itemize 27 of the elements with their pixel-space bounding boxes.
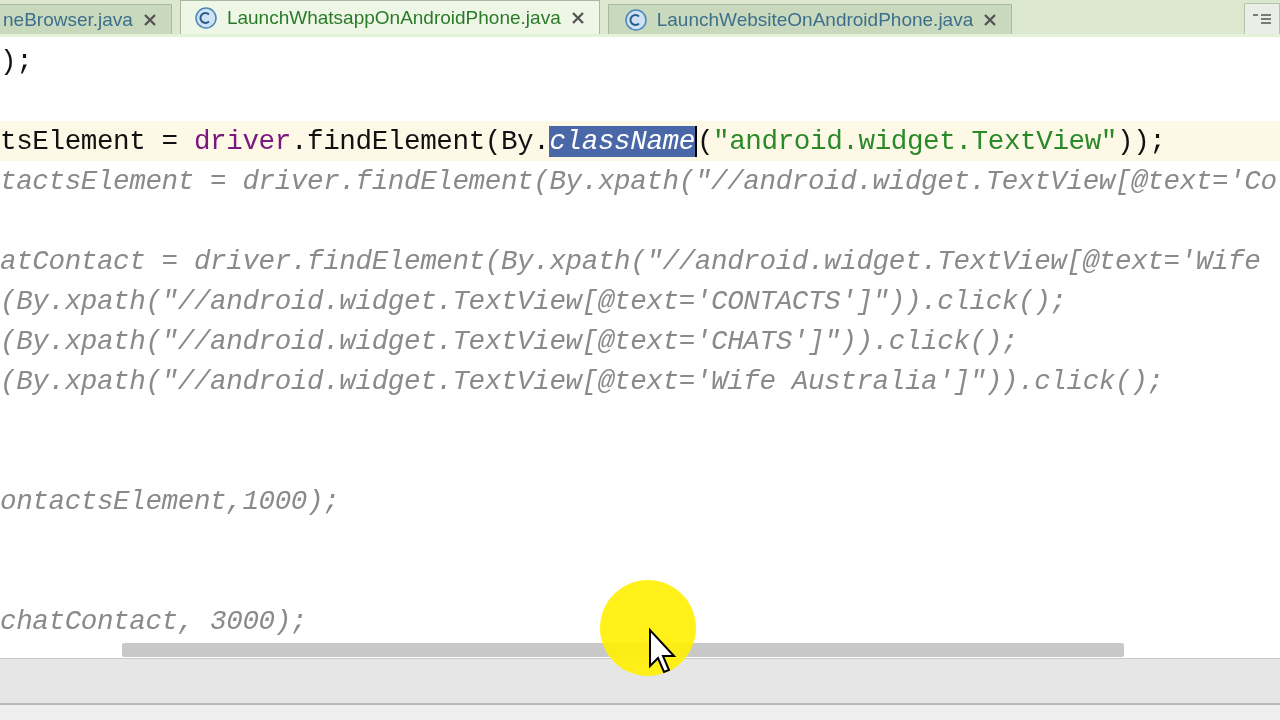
code-text: .findElement(By. xyxy=(290,125,550,157)
code-text: ( xyxy=(696,125,714,157)
tab-label: LaunchWhatsappOnAndroidPhone.java xyxy=(226,6,561,29)
close-icon[interactable] xyxy=(570,10,585,25)
code-text: tsElement = xyxy=(0,125,179,157)
tab-label: LaunchWebsiteOnAndroidPhone.java xyxy=(656,8,974,31)
code-text: ); xyxy=(0,45,33,77)
code-text: "android.widget.TextView" xyxy=(713,125,1118,157)
code-text: ontactsElement,1000); xyxy=(0,486,340,518)
code-text: )); xyxy=(1117,125,1166,157)
code-text: (By.xpath("//android.widget.TextView[@text='CHATS']")).click(); xyxy=(0,325,1018,357)
tab-label: neBrowser.java xyxy=(3,8,133,31)
close-icon[interactable] xyxy=(983,12,998,27)
code-text: chatContact, 3000); xyxy=(0,606,308,638)
editor-tab[interactable]: neBrowser.java xyxy=(0,4,172,34)
scroll-thumb[interactable] xyxy=(122,643,1124,657)
selected-code: className xyxy=(549,125,697,157)
code-text: driver xyxy=(193,125,291,157)
menu-icon xyxy=(1253,13,1271,25)
code-text: atContact = driver.findElement(By.xpath("//android.widget.TextView[@text='Wife xyxy=(0,245,1261,277)
code-text: tactsElement = driver.findElement(By.xpath("//android.widget.TextView[@text='Co xyxy=(0,165,1277,197)
editor-tab[interactable]: LaunchWhatsappOnAndroidPhone.java xyxy=(179,0,600,34)
close-icon[interactable] xyxy=(142,12,157,27)
editor-tab[interactable]: LaunchWebsiteOnAndroidPhone.java xyxy=(607,4,1013,34)
tab-menu-button[interactable] xyxy=(1244,3,1280,34)
code-text: (By.xpath("//android.widget.TextView[@text='CONTACTS']")).click(); xyxy=(0,285,1067,317)
code-text: (By.xpath("//android.widget.TextView[@text='Wife Australia']")).click(); xyxy=(0,366,1164,398)
